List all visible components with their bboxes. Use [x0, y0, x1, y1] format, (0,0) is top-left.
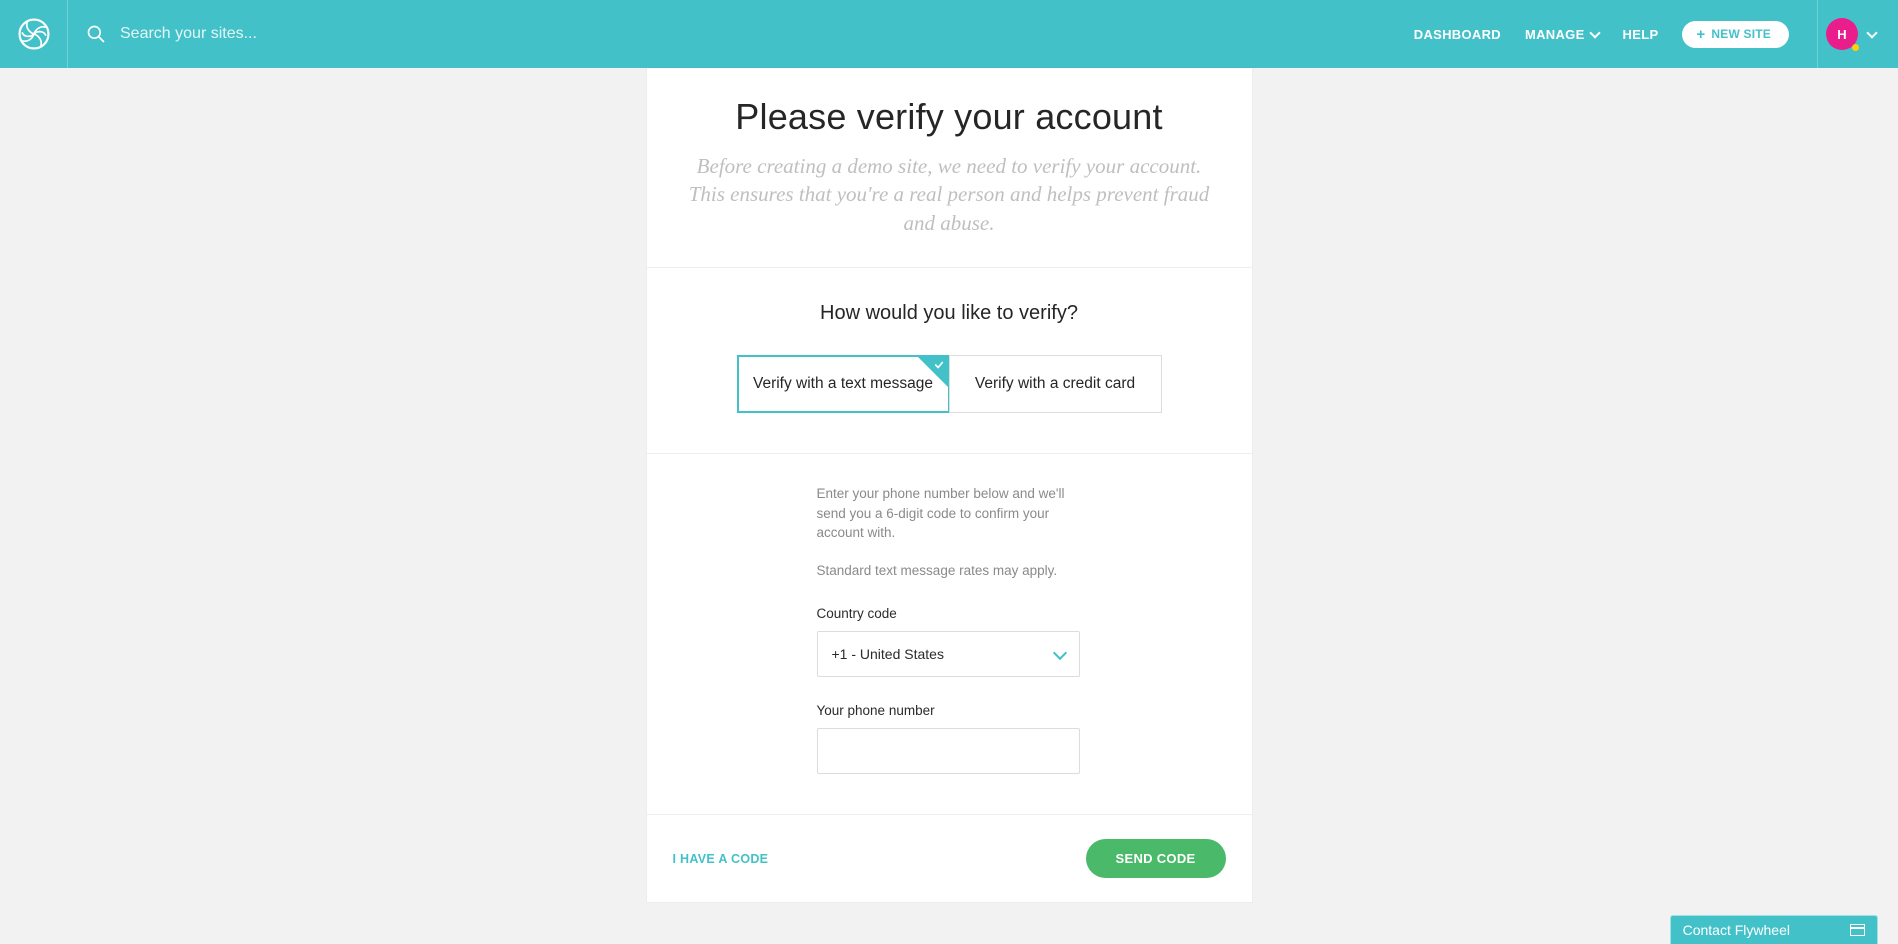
main-content: Please verify your account Before creati…	[0, 68, 1898, 902]
search-icon	[86, 24, 106, 44]
option-text-label: Verify with a text message	[753, 375, 933, 393]
contact-widget[interactable]: Contact Flywheel	[1670, 915, 1878, 944]
instructions-1: Enter your phone number below and we'll …	[817, 484, 1087, 543]
instructions-2: Standard text message rates may apply.	[817, 561, 1087, 581]
new-site-button[interactable]: + NEW SITE	[1682, 21, 1789, 48]
how-title: How would you like to verify?	[687, 302, 1212, 325]
option-card-label: Verify with a credit card	[975, 375, 1135, 393]
user-menu[interactable]: H	[1826, 18, 1876, 50]
divider	[1817, 0, 1818, 68]
plus-icon: +	[1696, 27, 1705, 42]
country-code-label: Country code	[817, 606, 1212, 621]
search	[86, 24, 1414, 44]
notification-dot-icon	[1852, 44, 1859, 51]
phone-number-label: Your phone number	[817, 703, 1212, 718]
check-icon	[934, 360, 944, 370]
verify-card: Please verify your account Before creati…	[647, 68, 1252, 902]
contact-label: Contact Flywheel	[1683, 922, 1790, 938]
main-header: DASHBOARD MANAGE HELP + NEW SITE H	[0, 0, 1898, 68]
country-code-value: +1 - United States	[832, 646, 944, 662]
nav-manage-label: MANAGE	[1525, 27, 1585, 42]
option-credit-card[interactable]: Verify with a credit card	[949, 355, 1162, 413]
avatar: H	[1826, 18, 1858, 50]
page-title: Please verify your account	[687, 96, 1212, 138]
flywheel-logo-icon	[17, 17, 51, 51]
page-subtitle: Before creating a demo site, we need to …	[687, 152, 1212, 237]
option-text-message[interactable]: Verify with a text message	[737, 355, 950, 413]
primary-nav: DASHBOARD MANAGE HELP + NEW SITE	[1414, 21, 1789, 48]
logo[interactable]	[0, 0, 68, 68]
nav-dashboard[interactable]: DASHBOARD	[1414, 27, 1501, 42]
chevron-down-icon	[1866, 27, 1877, 38]
chevron-down-icon	[1589, 27, 1600, 38]
phone-number-input-wrap	[817, 728, 1080, 774]
country-code-select[interactable]: +1 - United States	[817, 631, 1080, 677]
new-site-label: NEW SITE	[1711, 27, 1771, 41]
verify-method-toggle: Verify with a text message Verify with a…	[687, 355, 1212, 413]
card-footer: I HAVE A CODE SEND CODE	[647, 814, 1252, 902]
avatar-initial: H	[1837, 27, 1846, 42]
search-input[interactable]	[120, 25, 520, 43]
phone-form: Enter your phone number below and we'll …	[647, 454, 1252, 804]
nav-help[interactable]: HELP	[1623, 27, 1659, 42]
have-code-link[interactable]: I HAVE A CODE	[673, 852, 769, 866]
chevron-down-icon	[1052, 646, 1066, 660]
nav-manage[interactable]: MANAGE	[1525, 27, 1599, 42]
window-icon	[1850, 924, 1865, 936]
phone-number-input[interactable]	[832, 729, 1065, 773]
send-code-button[interactable]: SEND CODE	[1086, 839, 1226, 878]
